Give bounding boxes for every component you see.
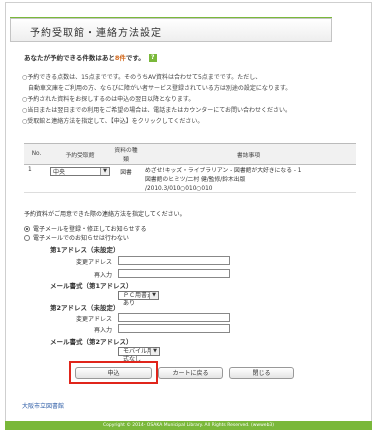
row-info: めざせ!キッズ・ライブラリアン - 図書館が大好きになる - 1 図書館のヒミツ…	[141, 165, 356, 196]
reservation-count: あなたが予約できる件数はあと8件です。?	[24, 52, 157, 62]
info-line: めざせ!キッズ・ライブラリアン - 図書館が大好きになる - 1	[145, 168, 302, 174]
addr2-change-input[interactable]	[118, 313, 230, 322]
note-line: ○予約された資料をお探しするのは申込の翌日以降となります。	[22, 96, 195, 103]
format2-title: メール書式（第2アドレス）	[50, 338, 133, 346]
count-number: 8件	[114, 54, 126, 62]
back-to-cart-button[interactable]: カートに戻る	[158, 367, 223, 379]
contact-label: 予約資料がご用意できた際の連絡方法を指定してください。	[24, 211, 186, 218]
addr2-reenter-input[interactable]	[118, 324, 230, 333]
page-title: 予約受取館・連絡方法設定	[30, 28, 162, 39]
notes-list: ○予約できる点数は、15点までです。そのうちAV資料は合わせて5点までです。ただ…	[22, 72, 352, 127]
note-line: ○予約できる点数は、15点までです。そのうちAV資料は合わせて5点までです。ただ…	[22, 74, 262, 81]
col-type: 資料の種類	[111, 143, 141, 165]
addr2-title: 第2アドレス（未設定）	[50, 304, 120, 312]
note-line: ○受取館と連絡方法を指定して、【申込】をクリックしてください。	[22, 118, 204, 125]
footer-copyright: Copyright © 2014- OSAKA Municipal Librar…	[5, 421, 372, 430]
branch-select-value: 中央	[53, 169, 66, 176]
addr1-change-input[interactable]	[118, 256, 230, 265]
info-line: 図書館のヒミツ/二村 健/監修/鈴木出版	[145, 177, 246, 183]
count-suffix: です。	[125, 54, 145, 62]
reservation-table: No. 予約受取館 資料の種類 書誌事項 1 中央 ▼ 図書 めざせ!キッズ・ライ…	[24, 143, 356, 195]
submit-button[interactable]: 申込	[75, 367, 152, 379]
help-icon[interactable]: ?	[148, 54, 157, 62]
addr2-change-label: 変更アドレス	[75, 316, 112, 323]
format1-select[interactable]: ＰＣ用書式あり ▼	[118, 291, 159, 307]
table-header-row: No. 予約受取館 資料の種類 書誌事項	[24, 143, 356, 165]
addr2-reenter-label: 再入力	[93, 327, 112, 334]
addr1-reenter-label: 再入力	[93, 272, 112, 279]
col-no: No.	[24, 143, 49, 165]
note-line: ○当日または翌日までの利用をご希望の場合は、電話またはカウンターにてお問い合わせ…	[22, 107, 292, 114]
radio-none[interactable]	[24, 234, 30, 241]
chevron-down-icon: ▼	[149, 292, 158, 299]
count-prefix: あなたが予約できる件数はあと	[24, 54, 115, 62]
col-info: 書誌事項	[141, 143, 356, 165]
radio-email[interactable]	[24, 225, 30, 232]
table-row: 1 中央 ▼ 図書 めざせ!キッズ・ライブラリアン - 図書館が大好きになる - …	[24, 165, 356, 196]
col-branch: 予約受取館	[49, 143, 111, 165]
format2-select[interactable]: モバイル用書式なし ▼	[118, 347, 160, 363]
chevron-down-icon: ▼	[100, 168, 109, 175]
close-button[interactable]: 閉じる	[229, 367, 294, 379]
branch-select[interactable]: 中央 ▼	[50, 167, 110, 176]
row-type: 図書	[120, 170, 132, 176]
radio-email-label: 電子メールを登録・修正してお知らせする	[33, 226, 147, 233]
addr1-title: 第1アドレス（未設定）	[50, 246, 120, 254]
addr1-reenter-input[interactable]	[118, 269, 230, 278]
library-home-link[interactable]: 大阪市立図書館	[22, 401, 64, 410]
note-line: 自動車文庫をご利用の方、ならびに障がい者サービス登録されている方は別途の設定にな…	[22, 85, 292, 92]
addr1-change-label: 変更アドレス	[75, 259, 112, 266]
row-no: 1	[28, 167, 32, 173]
branch-cell: 中央 ▼	[49, 165, 111, 196]
chevron-down-icon: ▼	[150, 348, 159, 355]
format1-title: メール書式（第1アドレス）	[50, 282, 133, 290]
radio-email-option[interactable]: 電子メールを登録・修正してお知らせする	[24, 224, 147, 233]
divider	[24, 192, 356, 193]
radio-none-option[interactable]: 電子メールでのお知らせは行わない	[24, 233, 129, 242]
radio-none-label: 電子メールでのお知らせは行わない	[33, 235, 129, 242]
